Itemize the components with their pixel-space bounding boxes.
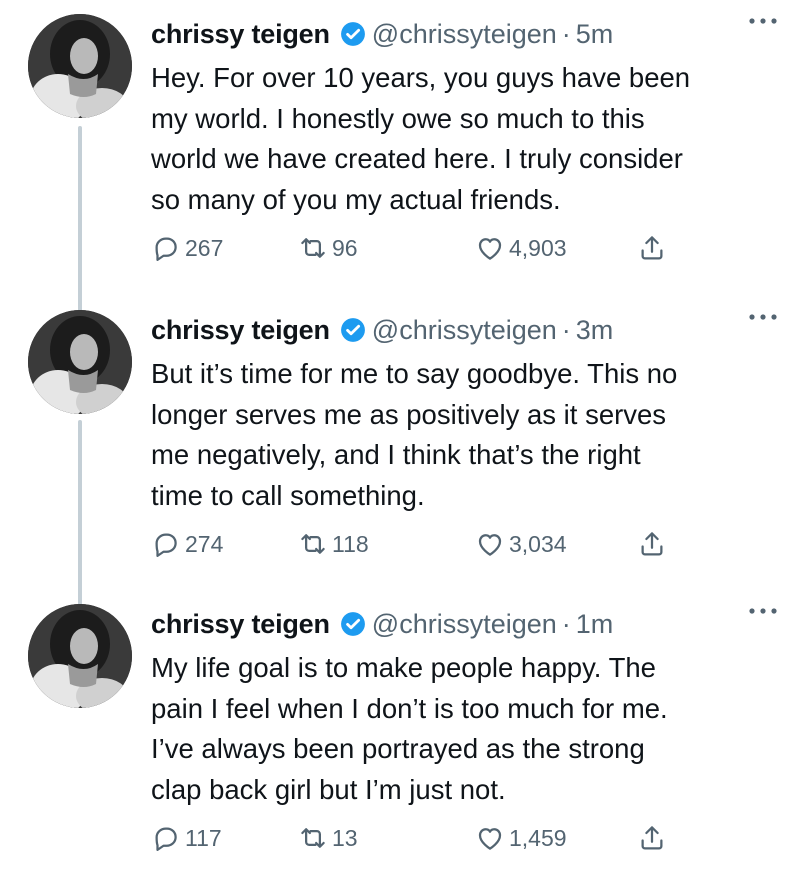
separator-dot: · — [561, 314, 571, 345]
tweet-text: Hey. For over 10 years, you guys have be… — [151, 58, 781, 220]
retweet-icon — [301, 828, 325, 848]
author-handle[interactable]: @chrissyteigen — [372, 315, 557, 346]
tweet-text: But it’s time for me to say goodbye. Thi… — [151, 354, 781, 516]
tweet[interactable]: chrissy teigen @chrissyteigen · 3m But i… — [0, 296, 800, 586]
retweet-button[interactable]: 13 — [298, 820, 358, 856]
like-button[interactable]: 3,034 — [475, 526, 567, 562]
retweet-icon — [301, 238, 325, 258]
reply-button[interactable]: 267 — [151, 230, 223, 266]
avatar-image — [28, 14, 132, 118]
avatar[interactable] — [28, 310, 132, 414]
timestamp[interactable]: 5m — [576, 19, 614, 50]
author-name[interactable]: chrissy teigen — [151, 609, 330, 640]
share-icon — [641, 236, 663, 260]
more-icon[interactable] — [746, 6, 780, 36]
share-icon — [641, 532, 663, 556]
more-icon[interactable] — [746, 596, 780, 626]
tweet-text-line: world we have created here. I truly cons… — [151, 143, 683, 174]
retweet-button[interactable]: 96 — [298, 230, 358, 266]
reply-count: 274 — [185, 530, 224, 557]
like-button[interactable]: 4,903 — [475, 230, 567, 266]
tweet-actions: 274 118 3,034 — [151, 526, 691, 562]
retweet-count: 96 — [332, 234, 358, 261]
tweet-text-line: so many of you my actual friends. — [151, 183, 561, 215]
reply-button[interactable]: 117 — [151, 820, 222, 856]
tweet[interactable]: chrissy teigen @chrissyteigen · 5m Hey. … — [0, 0, 800, 290]
share-button[interactable] — [637, 230, 671, 266]
avatar[interactable] — [28, 604, 132, 708]
share-icon — [641, 826, 663, 850]
timestamp[interactable]: 1m — [576, 609, 614, 640]
tweet-text-line: me negatively, and I think that’s the ri… — [151, 439, 641, 470]
tweet-header: chrissy teigen @chrissyteigen · 1m — [151, 604, 781, 644]
share-button[interactable] — [637, 526, 671, 562]
retweet-count: 118 — [332, 530, 369, 557]
like-count: 1,459 — [509, 824, 567, 851]
heart-icon — [478, 534, 502, 556]
avatar[interactable] — [28, 14, 132, 118]
reply-icon — [155, 827, 177, 851]
share-button[interactable] — [637, 820, 671, 856]
reply-count: 267 — [185, 234, 224, 261]
like-count: 4,903 — [509, 234, 567, 261]
reply-icon — [155, 533, 177, 557]
tweet-text-line: clap back girl but I’m just not. — [151, 773, 506, 805]
separator-dot: · — [561, 608, 571, 639]
more-icon[interactable] — [746, 302, 780, 332]
tweet-text-line: time to call something. — [151, 479, 425, 511]
tweet-text-line: My life goal is to make people happy. Th… — [151, 652, 656, 683]
reply-button[interactable]: 274 — [151, 526, 223, 562]
tweet-actions: 267 96 4,903 — [151, 230, 691, 266]
author-name[interactable]: chrissy teigen — [151, 19, 330, 50]
tweet[interactable]: chrissy teigen @chrissyteigen · 1m My li… — [0, 590, 800, 880]
reply-icon — [155, 237, 177, 261]
tweet-text-line: I’ve always been portrayed as the strong — [151, 733, 645, 764]
retweet-icon — [301, 534, 325, 554]
verified-badge-icon — [340, 21, 366, 47]
reply-count: 117 — [185, 824, 222, 851]
heart-icon — [478, 828, 502, 850]
tweet-text-line: my world. I honestly owe so much to this — [151, 102, 645, 134]
tweet-text-line: But it’s time for me to say goodbye. Thi… — [151, 358, 678, 389]
author-name[interactable]: chrissy teigen — [151, 315, 330, 346]
tweet-actions: 117 13 1,459 — [151, 820, 691, 856]
tweet-text-line: Hey. For over 10 years, you guys have be… — [151, 62, 691, 93]
tweet-text: My life goal is to make people happy. Th… — [151, 648, 781, 810]
tweet-text-line: pain I feel when I don’t is too much for… — [151, 692, 668, 724]
like-button[interactable]: 1,459 — [475, 820, 567, 856]
avatar-image — [28, 604, 132, 708]
tweet-thread: chrissy teigen @chrissyteigen · 5m Hey. … — [0, 0, 800, 873]
author-handle[interactable]: @chrissyteigen — [372, 609, 557, 640]
like-count: 3,034 — [509, 530, 567, 557]
verified-badge-icon — [340, 317, 366, 343]
retweet-count: 13 — [332, 824, 358, 851]
retweet-button[interactable]: 118 — [298, 526, 369, 562]
verified-badge-icon — [340, 611, 366, 637]
author-handle[interactable]: @chrissyteigen — [372, 19, 557, 50]
tweet-text-line: longer serves me as positively as it ser… — [151, 398, 667, 430]
tweet-header: chrissy teigen @chrissyteigen · 5m — [151, 14, 781, 54]
tweet-header: chrissy teigen @chrissyteigen · 3m — [151, 310, 781, 350]
heart-icon — [478, 238, 502, 260]
separator-dot: · — [561, 18, 571, 49]
avatar-image — [28, 310, 132, 414]
timestamp[interactable]: 3m — [576, 315, 614, 346]
